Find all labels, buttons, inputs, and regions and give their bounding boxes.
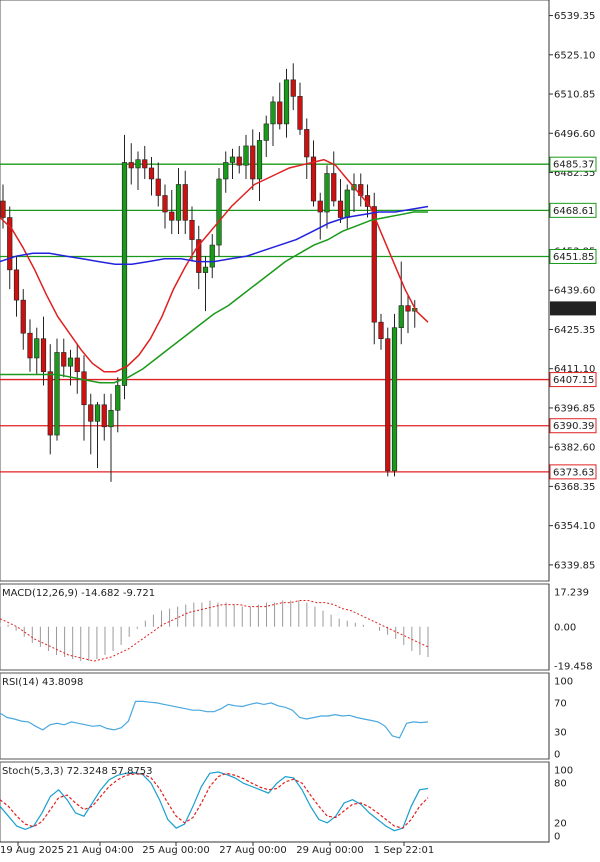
candle-up — [256, 140, 263, 180]
candle-up — [216, 178, 222, 246]
candle-down — [61, 352, 67, 367]
candle-up — [391, 327, 398, 472]
candle-down — [290, 79, 296, 97]
macd-label: MACD(12,26,9) -14.682 -9.721 — [2, 588, 155, 599]
candle-down — [331, 173, 337, 202]
candle-down — [310, 156, 317, 202]
candle-up — [263, 123, 269, 141]
candle-down — [297, 96, 303, 130]
rsi-label: RSI(14) 43.8098 — [2, 677, 83, 688]
candle-up — [243, 145, 249, 166]
stoch-label: Stoch(5,3,3) 72.3248 57.8753 — [2, 766, 153, 777]
price-y-tick-label: 6539.35 — [554, 11, 595, 22]
candle-down — [47, 371, 53, 436]
candle-down — [27, 332, 33, 359]
macd-y-tick-label: -19.458 — [554, 662, 593, 673]
stoch-y-tick-label: 80 — [554, 779, 567, 790]
price-y-tick-label: 6425.35 — [554, 325, 595, 336]
candle-down — [40, 338, 47, 373]
candle-down — [405, 305, 411, 312]
price-y-tick-label: 6525.10 — [554, 50, 595, 61]
x-tick-label: 25 Aug 00:00 — [142, 845, 209, 856]
rsi-y-tick-label: 0 — [554, 750, 560, 761]
candle-down — [13, 269, 20, 301]
x-tick-label: 1 Sep 22:01 — [374, 845, 434, 856]
rsi-y-tick-label: 70 — [554, 698, 567, 709]
price-y-tick-label: 6510.85 — [554, 90, 595, 101]
candle-down — [337, 200, 344, 218]
candle-up — [67, 357, 74, 367]
candle-down — [128, 162, 134, 169]
candle-up — [209, 244, 215, 268]
candle-down — [189, 219, 195, 240]
candle-up — [283, 79, 290, 125]
rsi-y-tick-label: 100 — [554, 677, 573, 688]
level-badge-label: 6451.85 — [553, 252, 594, 263]
level-badge-label: 6468.61 — [553, 206, 594, 217]
price-y-tick-label: 6396.85 — [554, 403, 595, 414]
current-price-label: 6433.00 — [553, 304, 594, 315]
level-badge-label: 6407.15 — [553, 375, 594, 386]
candle-up — [202, 266, 209, 273]
candle-up — [344, 189, 350, 218]
candle-down — [162, 195, 168, 213]
candle-down — [385, 338, 391, 472]
candle-down — [304, 129, 310, 158]
price-y-tick-label: 6496.60 — [554, 129, 595, 140]
candle-down — [101, 404, 107, 428]
candle-down — [155, 178, 161, 196]
candle-down — [148, 167, 155, 180]
candle-up — [223, 162, 229, 180]
candle-down — [182, 184, 188, 221]
level-badge-label: 6390.39 — [553, 421, 594, 432]
candle-down — [250, 145, 256, 180]
candle-down — [0, 200, 6, 218]
candle-up — [135, 159, 141, 169]
macd-y-tick-label: 0.00 — [554, 622, 576, 633]
price-y-tick-label: 6439.60 — [554, 286, 595, 297]
rsi-y-tick-label: 30 — [554, 728, 567, 739]
candle-up — [54, 352, 60, 436]
stoch-y-tick-label: 20 — [554, 818, 567, 829]
macd-y-tick-label: 17.239 — [554, 588, 589, 599]
candle-down — [169, 211, 175, 221]
candle-down — [74, 357, 80, 373]
price-y-tick-label: 6354.10 — [554, 521, 595, 532]
candle-up — [270, 101, 276, 125]
chart-window: 6539.356525.106510.856496.606482.356468.… — [0, 0, 600, 858]
candle-down — [371, 206, 377, 323]
candle-down — [81, 371, 87, 406]
candle-up — [108, 409, 114, 428]
x-tick-label: 27 Aug 00:00 — [219, 845, 286, 856]
candle-up — [175, 184, 182, 221]
stoch-y-tick-label: 0 — [554, 832, 560, 843]
candle-up — [94, 404, 101, 422]
candle-down — [88, 404, 94, 422]
candle-down — [378, 321, 384, 339]
price-y-tick-label: 6382.60 — [554, 443, 595, 454]
price-y-tick-label: 6368.35 — [554, 482, 595, 493]
panel-frame-price — [0, 0, 550, 582]
price-y-tick-label: 6339.85 — [554, 560, 595, 571]
candle-up — [115, 385, 121, 411]
candle-up — [121, 162, 128, 386]
candle-down — [236, 156, 242, 166]
candle-down — [317, 200, 323, 213]
candle-up — [34, 338, 40, 359]
chart-canvas: 6539.356525.106510.856496.606482.356468.… — [0, 0, 597, 856]
level-badge-label: 6373.63 — [553, 467, 594, 478]
candle-down — [142, 159, 148, 169]
x-tick-label: 19 Aug 2025 — [0, 845, 64, 856]
level-badge-label: 6485.37 — [553, 160, 594, 171]
candle-up — [324, 173, 330, 213]
stoch-y-tick-label: 100 — [554, 766, 573, 777]
candle-up — [229, 156, 236, 163]
candle-down — [20, 299, 26, 334]
x-tick-label: 21 Aug 04:00 — [66, 845, 133, 856]
candle-down — [277, 101, 283, 125]
x-tick-label: 29 Aug 00:00 — [296, 845, 363, 856]
candle-up — [398, 305, 404, 328]
